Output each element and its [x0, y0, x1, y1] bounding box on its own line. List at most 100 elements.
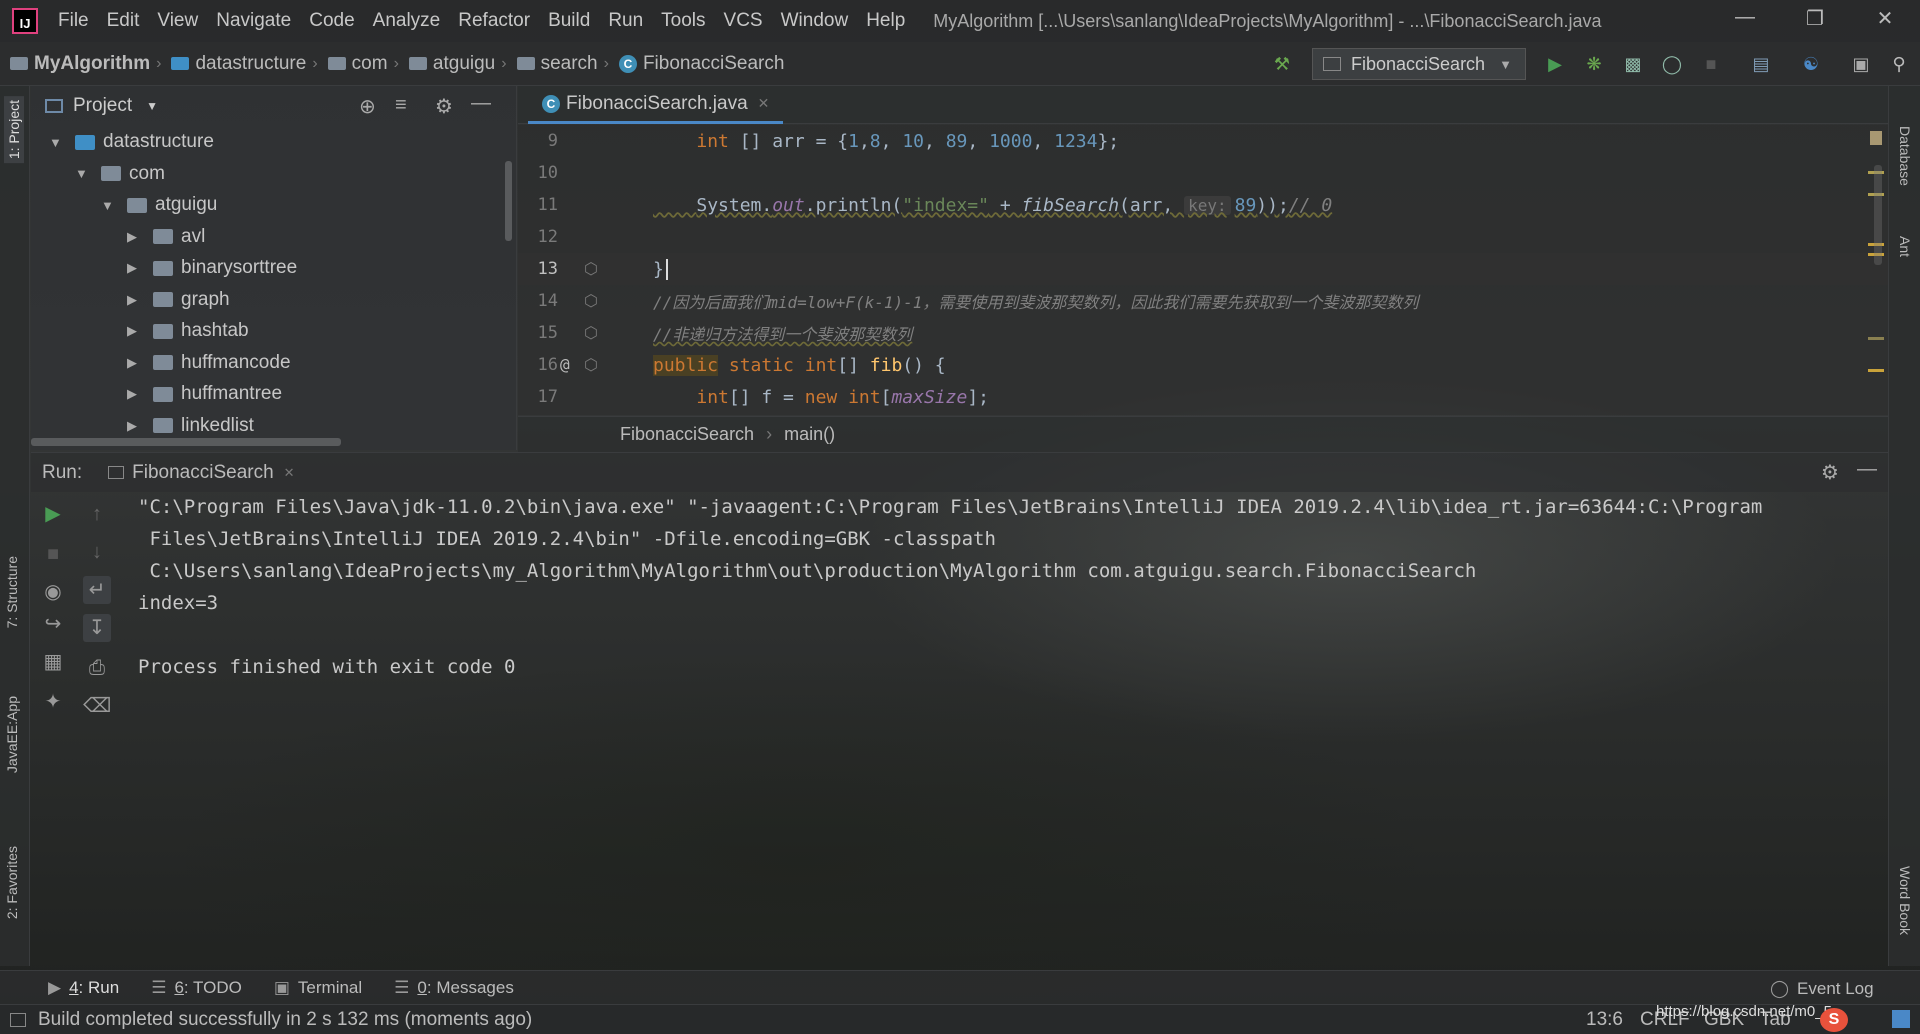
- gear-icon[interactable]: ⚙: [1821, 460, 1839, 485]
- layout-icon[interactable]: ▦: [39, 648, 67, 676]
- tool-tab-event-log[interactable]: ◯ Event Log: [1770, 979, 1874, 999]
- chevron-down-icon[interactable]: ▼: [101, 198, 117, 213]
- tool-tab-messages[interactable]: ☰ 0: Messages: [394, 978, 514, 998]
- chevron-down-icon[interactable]: ▼: [75, 166, 91, 181]
- fold-icon[interactable]: ⬡: [584, 259, 598, 278]
- chevron-down-icon[interactable]: ▼: [146, 99, 158, 113]
- tool-tab-structure[interactable]: 7: Structure: [4, 556, 20, 628]
- run-tab-fibonaccisearch[interactable]: FibonacciSearch ✕: [108, 462, 295, 484]
- menu-tools[interactable]: Tools: [661, 10, 705, 32]
- collapse-all-icon[interactable]: ≡: [395, 94, 407, 117]
- tool-tab-database[interactable]: Database: [1897, 126, 1913, 186]
- run-icon[interactable]: ▶: [1543, 52, 1567, 76]
- restore-icon[interactable]: ❐: [1795, 6, 1835, 36]
- menu-window[interactable]: Window: [781, 10, 849, 32]
- profile-icon[interactable]: ◯: [1660, 52, 1684, 76]
- breadcrumb-class[interactable]: C FibonacciSearch: [618, 53, 784, 75]
- soft-wrap-icon[interactable]: ↵: [83, 576, 111, 604]
- menu-edit[interactable]: Edit: [107, 10, 140, 32]
- breadcrumb-project[interactable]: MyAlgorithm ›: [10, 53, 161, 75]
- tab-fibonaccisearch-java[interactable]: C FibonacciSearch.java ✕: [528, 86, 784, 124]
- hide-panel-icon[interactable]: —: [1857, 458, 1877, 481]
- tree-item[interactable]: ▼ atguigu: [31, 189, 217, 221]
- locate-file-icon[interactable]: ⊕: [359, 94, 376, 119]
- search-icon[interactable]: ⚲: [1887, 52, 1911, 76]
- scroll-to-end-icon[interactable]: ↧: [83, 614, 111, 642]
- fold-icon[interactable]: ⬡: [584, 323, 598, 342]
- menu-navigate[interactable]: Navigate: [216, 10, 291, 32]
- tool-tab-favorites[interactable]: 2: Favorites: [4, 846, 20, 919]
- code-editor[interactable]: 9 int [] arr = {1,8, 10, 89, 1000, 1234}…: [518, 125, 1888, 415]
- fold-icon[interactable]: ⬡: [584, 355, 598, 374]
- tool-windows-icon[interactable]: [10, 1012, 26, 1027]
- status-message[interactable]: Build completed successfully in 2 s 132 …: [38, 1009, 532, 1031]
- tool-tab-terminal[interactable]: ▣ Terminal: [274, 978, 362, 998]
- chevron-down-icon[interactable]: ▼: [49, 135, 65, 150]
- print-icon[interactable]: ⎙: [83, 654, 111, 682]
- menu-analyze[interactable]: Analyze: [373, 10, 441, 32]
- tree-item[interactable]: ▼ com: [31, 158, 165, 190]
- tree-item[interactable]: ▶ linkedlist: [31, 410, 254, 442]
- breadcrumb-com[interactable]: com ›: [327, 53, 399, 75]
- tool-tab-run[interactable]: ▶ 4: Run: [48, 978, 119, 998]
- trash-icon[interactable]: ⌫: [83, 692, 111, 720]
- chevron-right-icon[interactable]: ▶: [127, 323, 143, 339]
- menu-refactor[interactable]: Refactor: [458, 10, 530, 32]
- translate-icon[interactable]: ☯: [1799, 52, 1823, 76]
- breadcrumb-atguigu[interactable]: atguigu ›: [408, 53, 507, 75]
- menu-build[interactable]: Build: [548, 10, 590, 32]
- breadcrumb-datastructure[interactable]: datastructure ›: [171, 53, 318, 75]
- tree-item[interactable]: ▶ graph: [31, 284, 230, 316]
- close-tab-icon[interactable]: ✕: [284, 465, 295, 481]
- breadcrumb-search[interactable]: search ›: [516, 53, 609, 75]
- editor-scrollbar[interactable]: [1874, 165, 1882, 265]
- tree-item[interactable]: ▶ binarysorttree: [31, 252, 297, 284]
- tree-item[interactable]: ▶ huffmantree: [31, 378, 282, 410]
- tree-item[interactable]: ▼ datastructure: [31, 126, 214, 158]
- close-tab-icon[interactable]: ✕: [758, 95, 770, 112]
- minimize-icon[interactable]: —: [1725, 6, 1765, 36]
- fold-icon[interactable]: ⬡: [584, 291, 598, 310]
- inspection-status-icon[interactable]: [1870, 131, 1882, 145]
- camera-icon[interactable]: ◉: [39, 578, 67, 606]
- close-icon[interactable]: ✕: [1865, 6, 1905, 36]
- warning-marker[interactable]: [1868, 369, 1884, 372]
- chevron-right-icon[interactable]: ▶: [127, 386, 143, 402]
- rerun-icon[interactable]: ▶: [39, 500, 67, 528]
- tree-item[interactable]: ▶ huffmancode: [31, 347, 291, 379]
- chevron-right-icon[interactable]: ▶: [127, 418, 143, 434]
- menu-code[interactable]: Code: [309, 10, 354, 32]
- menu-help[interactable]: Help: [866, 10, 905, 32]
- chevron-right-icon[interactable]: ▶: [127, 355, 143, 371]
- gear-icon[interactable]: ⚙: [435, 94, 453, 119]
- stop-icon[interactable]: ■: [39, 540, 67, 568]
- menu-file[interactable]: File: [58, 10, 89, 32]
- chevron-right-icon[interactable]: ▶: [127, 260, 143, 276]
- menu-vcs[interactable]: VCS: [724, 10, 763, 32]
- arrow-up-icon[interactable]: ↑: [83, 500, 111, 528]
- tool-tab-todo[interactable]: ☰ 6: TODO: [151, 978, 242, 998]
- run-configuration-select[interactable]: FibonacciSearch ▼: [1312, 48, 1526, 80]
- terminal-icon[interactable]: ▣: [1849, 52, 1873, 76]
- build-hammer-icon[interactable]: ⚒: [1270, 52, 1294, 76]
- project-structure-icon[interactable]: ▤: [1749, 52, 1773, 76]
- vertical-scrollbar[interactable]: [505, 161, 512, 241]
- warning-marker[interactable]: [1868, 337, 1884, 340]
- hide-panel-icon[interactable]: —: [471, 92, 491, 115]
- tool-tab-ant[interactable]: Ant: [1897, 236, 1913, 257]
- restore-layout-icon[interactable]: ↪: [39, 610, 67, 638]
- caret-position[interactable]: 13:6: [1586, 1009, 1623, 1031]
- tool-tab-word-book[interactable]: Word Book: [1897, 866, 1913, 935]
- console-output[interactable]: "C:\Program Files\Java\jdk-11.0.2\bin\ja…: [120, 492, 1888, 970]
- tool-tab-javaee[interactable]: JavaEE:App: [4, 696, 20, 773]
- pin-icon[interactable]: ✦: [39, 688, 67, 716]
- stop-icon[interactable]: ■: [1699, 52, 1723, 76]
- crumb-class[interactable]: FibonacciSearch: [620, 424, 754, 445]
- tool-tab-project[interactable]: 1: Project: [4, 96, 24, 164]
- menu-run[interactable]: Run: [608, 10, 643, 32]
- chevron-right-icon[interactable]: ▶: [127, 292, 143, 308]
- crumb-method[interactable]: main(): [784, 424, 835, 445]
- chevron-right-icon[interactable]: ▶: [127, 229, 143, 245]
- tree-item[interactable]: ▶ hashtab: [31, 315, 249, 347]
- arrow-down-icon[interactable]: ↓: [83, 538, 111, 566]
